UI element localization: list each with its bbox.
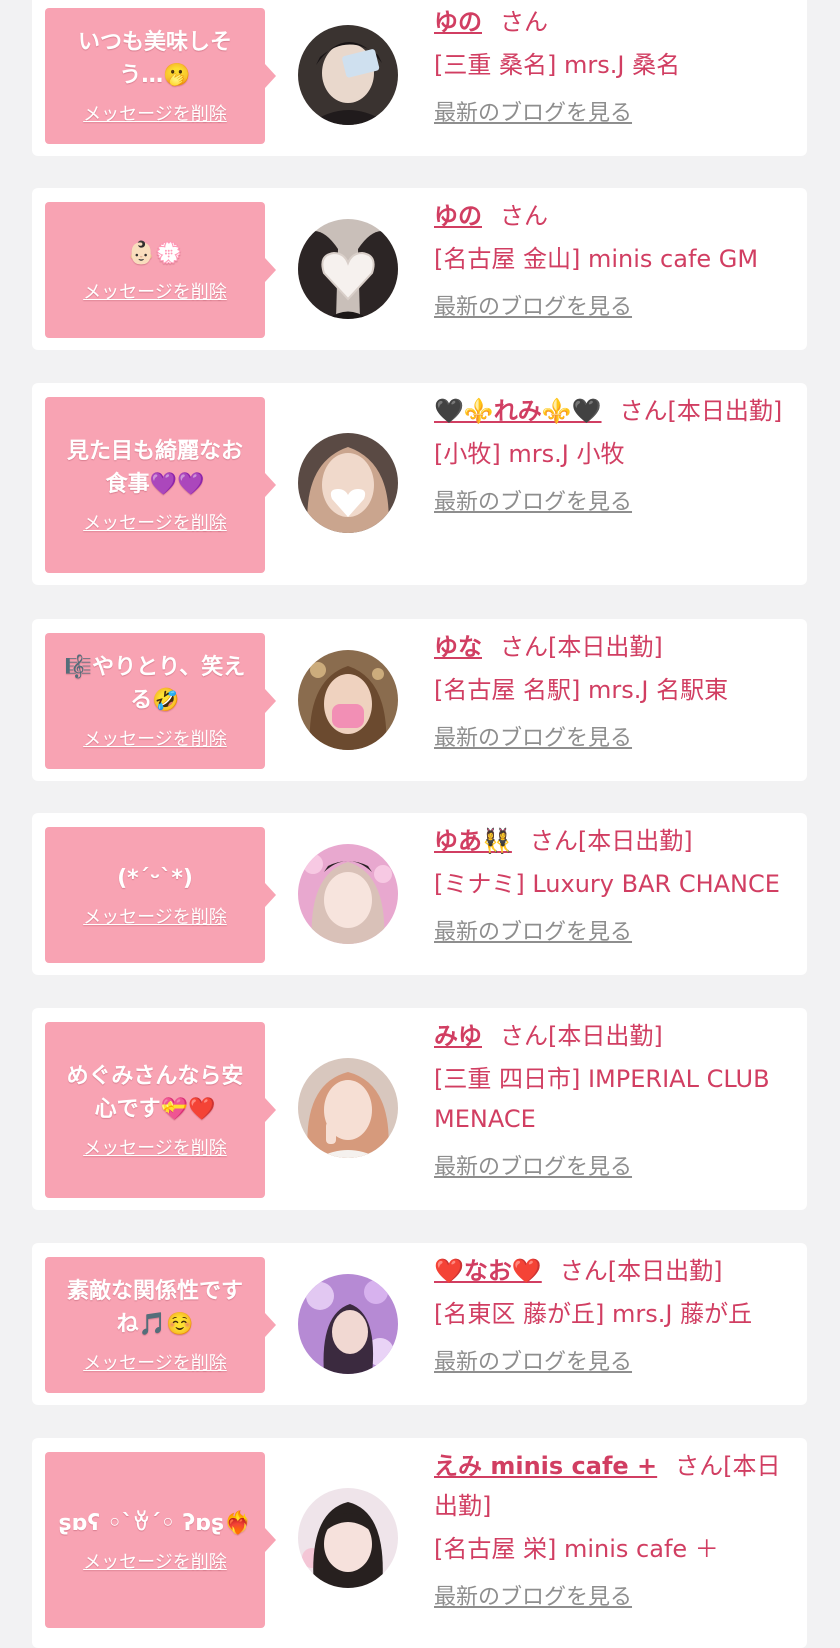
- message-card: 見た目も綺麗なお食事💜💜 メッセージを削除 🖤⚜️れみ⚜️🖤 さん[本日出勤] […: [32, 383, 807, 585]
- delete-message-link[interactable]: メッセージを削除: [83, 100, 227, 126]
- profile-name-link[interactable]: ゆあ👯‍♀️: [434, 827, 512, 855]
- message-card: めぐみさんなら安心です💝❤️ メッセージを削除 みゆ さん[本日出勤] [三重 四…: [32, 1008, 807, 1210]
- avatar-photo-icon: [298, 1058, 398, 1158]
- profile-name-link[interactable]: ゆの: [434, 202, 482, 230]
- blog-link[interactable]: 最新のブログを見る: [434, 1579, 632, 1611]
- avatar[interactable]: [298, 1274, 398, 1374]
- shop-name: [ミナミ] Luxury BAR CHANCE: [434, 870, 780, 898]
- avatar-photo-icon: [298, 1488, 398, 1588]
- shop-name: [名古屋 金山] minis cafe GM: [434, 245, 759, 273]
- shop-name: [三重 桑名] mrs.J 桑名: [434, 51, 681, 79]
- delete-message-link[interactable]: メッセージを削除: [83, 1134, 227, 1160]
- message-bubble: (*ˊᵕˋ*) メッセージを削除: [45, 827, 276, 963]
- delete-message-link[interactable]: メッセージを削除: [83, 509, 227, 535]
- honorific: さん[本日出勤]: [500, 633, 663, 661]
- shop-name: [小牧] mrs.J 小牧: [434, 440, 625, 468]
- blog-link[interactable]: 最新のブログを見る: [434, 484, 632, 516]
- profile-name-link[interactable]: ゆの: [434, 8, 482, 36]
- profile-info: みゆ さん[本日出勤] [三重 四日市] IMPERIAL CLUB MENACE…: [434, 1016, 794, 1181]
- message-card: ʂɒʕ ◦`ꈊ´◦ ʔɒʂ❤️‍🔥 メッセージを削除 えみ minis cafe…: [32, 1438, 807, 1648]
- profile-info: ゆの さん [名古屋 金山] minis cafe GM 最新のブログを見る: [434, 196, 794, 321]
- delete-message-link[interactable]: メッセージを削除: [83, 1548, 227, 1574]
- message-card: 素敵な関係性ですね🎵☺️ メッセージを削除 ❤️なお❤️ さん[本日出勤] [名東…: [32, 1243, 807, 1405]
- shop-name: [名古屋 栄] minis cafe ＋: [434, 1535, 719, 1563]
- message-bubble: いつも美味しそう…🫢 メッセージを削除: [45, 8, 276, 144]
- message-text: めぐみさんなら安心です💝❤️: [66, 1064, 244, 1122]
- shop-name: [三重 四日市] IMPERIAL CLUB MENACE: [434, 1065, 770, 1133]
- avatar-photo-icon: [298, 219, 398, 319]
- honorific: さん[本日出勤]: [529, 827, 693, 855]
- delete-message-link[interactable]: メッセージを削除: [83, 725, 227, 751]
- blog-link[interactable]: 最新のブログを見る: [434, 289, 632, 321]
- profile-name-link[interactable]: ゆな: [434, 633, 482, 661]
- avatar[interactable]: [298, 650, 398, 750]
- message-bubble: ʂɒʕ ◦`ꈊ´◦ ʔɒʂ❤️‍🔥 メッセージを削除: [45, 1452, 276, 1628]
- profile-info: 🖤⚜️れみ⚜️🖤 さん[本日出勤] [小牧] mrs.J 小牧 最新のブログを見る: [434, 391, 794, 516]
- avatar[interactable]: [298, 219, 398, 319]
- avatar-photo-icon: [298, 433, 398, 533]
- message-bubble: 素敵な関係性ですね🎵☺️ メッセージを削除: [45, 1257, 276, 1393]
- shop-name: [名東区 藤が丘] mrs.J 藤が丘: [434, 1300, 753, 1328]
- honorific: さん[本日出勤]: [500, 1022, 663, 1050]
- message-text: ʂɒʕ ◦`ꈊ´◦ ʔɒʂ❤️‍🔥: [58, 1510, 252, 1536]
- avatar[interactable]: [298, 1488, 398, 1588]
- avatar-photo-icon: [298, 844, 398, 944]
- honorific: さん[本日出勤]: [559, 1257, 723, 1285]
- message-text: (*ˊᵕˋ*): [117, 865, 193, 891]
- avatar-photo-icon: [298, 1274, 398, 1374]
- honorific: さん: [500, 202, 548, 230]
- avatar-photo-icon: [298, 25, 398, 125]
- message-bubble: 🎼やりとり、笑える🤣 メッセージを削除: [45, 633, 276, 769]
- profile-info: えみ minis cafe + さん[本日出勤] [名古屋 栄] minis ca…: [434, 1446, 794, 1611]
- message-card: 👶🏻💮 メッセージを削除 ゆの さん [名古屋 金山] minis cafe GM…: [32, 188, 807, 350]
- message-bubble: 見た目も綺麗なお食事💜💜 メッセージを削除: [45, 397, 276, 573]
- blog-link[interactable]: 最新のブログを見る: [434, 914, 632, 946]
- message-card: いつも美味しそう…🫢 メッセージを削除 ゆの さん [三重 桑名] mrs.J 桑…: [32, 0, 807, 156]
- avatar[interactable]: [298, 433, 398, 533]
- message-card: (*ˊᵕˋ*) メッセージを削除 ゆあ👯‍♀️ さん[本日出勤] [ミナミ] Lu…: [32, 813, 807, 975]
- profile-name-link[interactable]: みゆ: [434, 1022, 482, 1050]
- blog-link[interactable]: 最新のブログを見る: [434, 95, 632, 127]
- profile-info: ゆな さん[本日出勤] [名古屋 名駅] mrs.J 名駅東 最新のブログを見る: [434, 627, 794, 752]
- avatar[interactable]: [298, 844, 398, 944]
- avatar[interactable]: [298, 25, 398, 125]
- profile-info: ゆの さん [三重 桑名] mrs.J 桑名 最新のブログを見る: [434, 2, 794, 127]
- avatar[interactable]: [298, 1058, 398, 1158]
- honorific: さん[本日出勤]: [619, 397, 783, 425]
- message-text: 👶🏻💮: [127, 240, 183, 266]
- blog-link[interactable]: 最新のブログを見る: [434, 1149, 632, 1181]
- message-bubble: めぐみさんなら安心です💝❤️ メッセージを削除: [45, 1022, 276, 1198]
- honorific: さん: [500, 8, 548, 36]
- message-text: 🎼やりとり、笑える🤣: [64, 655, 246, 713]
- message-text: いつも美味しそう…🫢: [77, 30, 232, 88]
- message-text: 素敵な関係性ですね🎵☺️: [66, 1279, 243, 1337]
- blog-link[interactable]: 最新のブログを見る: [434, 1344, 632, 1376]
- profile-name-link[interactable]: 🖤⚜️れみ⚜️🖤: [434, 397, 602, 425]
- delete-message-link[interactable]: メッセージを削除: [83, 1349, 227, 1375]
- profile-name-link[interactable]: えみ minis cafe +: [434, 1452, 657, 1480]
- profile-info: ゆあ👯‍♀️ さん[本日出勤] [ミナミ] Luxury BAR CHANCE 最…: [434, 821, 794, 946]
- message-card: 🎼やりとり、笑える🤣 メッセージを削除 ゆな さん[本日出勤] [名古屋 名駅] …: [32, 619, 807, 781]
- delete-message-link[interactable]: メッセージを削除: [83, 278, 227, 304]
- avatar-photo-icon: [298, 650, 398, 750]
- profile-info: ❤️なお❤️ さん[本日出勤] [名東区 藤が丘] mrs.J 藤が丘 最新のブロ…: [434, 1251, 794, 1376]
- blog-link[interactable]: 最新のブログを見る: [434, 720, 632, 752]
- message-bubble: 👶🏻💮 メッセージを削除: [45, 202, 276, 338]
- profile-name-link[interactable]: ❤️なお❤️: [434, 1257, 542, 1285]
- delete-message-link[interactable]: メッセージを削除: [83, 903, 227, 929]
- shop-name: [名古屋 名駅] mrs.J 名駅東: [434, 676, 729, 704]
- message-text: 見た目も綺麗なお食事💜💜: [66, 439, 243, 497]
